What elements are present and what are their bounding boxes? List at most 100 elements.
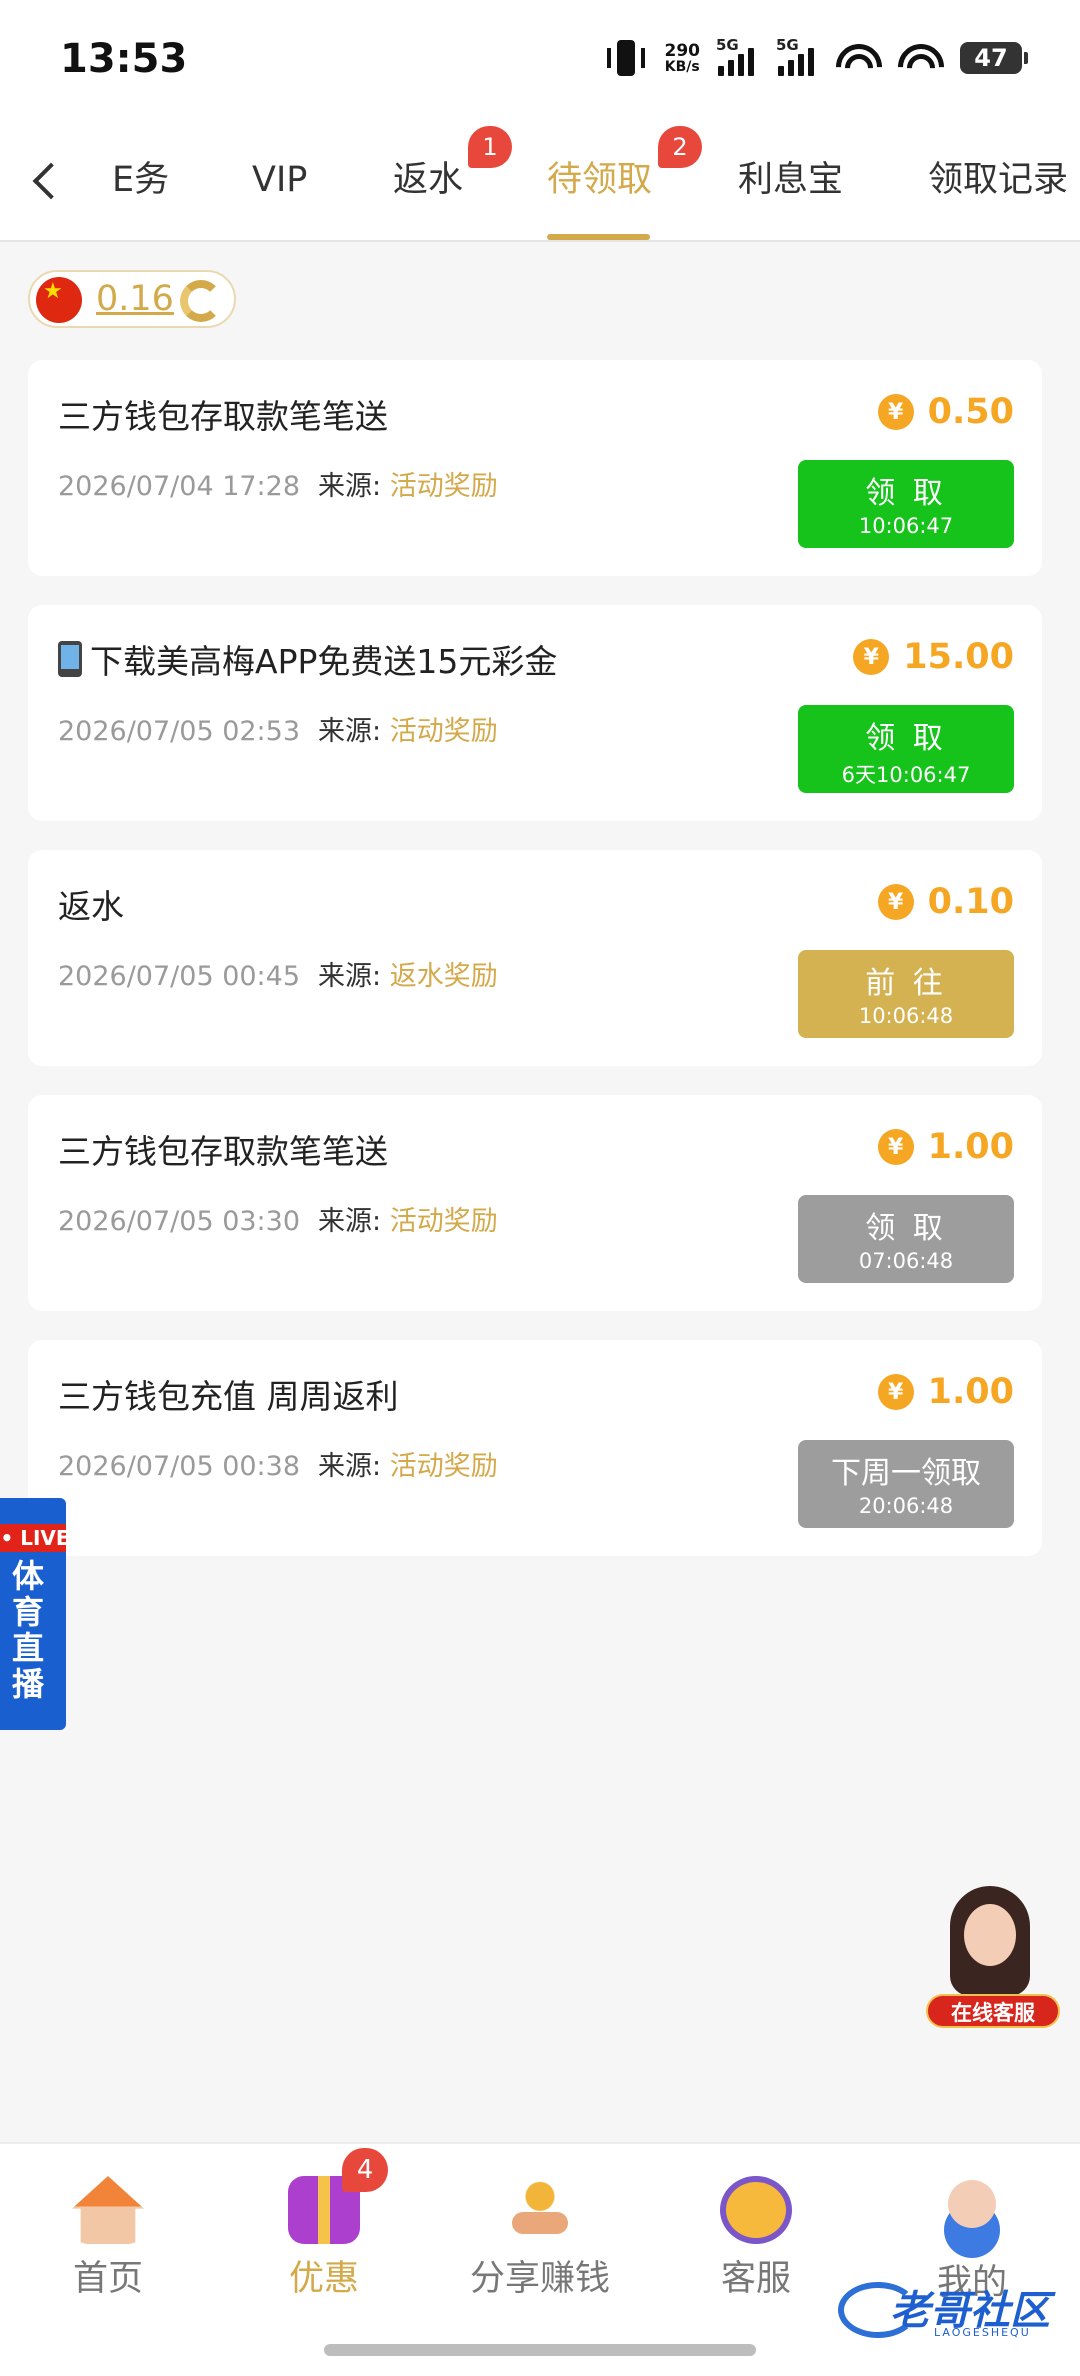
reward-meta: 2026/07/04 17:28 来源: 活动奖励 bbox=[58, 464, 498, 503]
status-time: 13:53 bbox=[60, 36, 188, 82]
claim-countdown: 20:06:48 bbox=[858, 1494, 954, 1518]
live-tag: • LIVE bbox=[0, 1524, 66, 1552]
claim-countdown: 10:06:48 bbox=[858, 1004, 954, 1028]
reward-amount-value: 0.50 bbox=[927, 392, 1014, 432]
source-label: 来源: bbox=[318, 716, 382, 747]
online-service-float[interactable]: 在线客服 bbox=[926, 1886, 1060, 2034]
yuan-coin-icon: ¥ bbox=[853, 639, 890, 675]
nav-promotions-label: 优惠 bbox=[288, 2259, 359, 2299]
sim1-label: 5G bbox=[716, 36, 739, 54]
reward-card: 返水 2026/07/05 00:45 来源: 返水奖励 ¥ 0.10 前 往 1… bbox=[28, 850, 1042, 1066]
nav-service[interactable]: 客服 bbox=[656, 2176, 856, 2301]
next-monday-claim-button[interactable]: 下周一领取 20:06:48 bbox=[798, 1440, 1014, 1528]
tab-bar: E务 VIP 返水 1 待领取 2 利息宝 领取记录 bbox=[0, 120, 1080, 242]
tab-vip[interactable]: VIP bbox=[252, 150, 307, 210]
claim-button-label: 领 取 bbox=[865, 1211, 947, 1246]
claim-button-label: 下周一领取 bbox=[831, 1456, 981, 1491]
watermark-subtext: LAOGESHEQU bbox=[934, 2326, 1031, 2339]
yuan-coin-icon: ¥ bbox=[877, 884, 914, 920]
tab-rebate-badge: 1 bbox=[468, 126, 512, 168]
nav-promotions[interactable]: 优惠 bbox=[224, 2176, 424, 2301]
reward-date: 2026/07/04 17:28 bbox=[58, 471, 301, 502]
watermark-logo: 老哥社区 LAOGESHEQU bbox=[838, 2268, 1060, 2348]
reward-amount-value: 1.00 bbox=[927, 1127, 1014, 1167]
reward-source: 返水奖励 bbox=[389, 961, 498, 992]
tab-pending[interactable]: 待领取 bbox=[547, 150, 652, 210]
reward-title: 三方钱包存取款笔笔送 bbox=[58, 397, 388, 436]
reward-title: 返水 bbox=[58, 887, 124, 926]
reward-amount-value: 0.10 bbox=[927, 882, 1014, 922]
live-banner-text: 体育直播 bbox=[11, 1557, 44, 1703]
reward-amount-value: 15.00 bbox=[903, 637, 1014, 677]
reward-source: 活动奖励 bbox=[389, 1206, 498, 1237]
user-icon bbox=[936, 2180, 1008, 2248]
claim-button[interactable]: 领 取 6天10:06:47 bbox=[798, 705, 1014, 793]
reward-amount: ¥ 0.10 bbox=[877, 880, 1014, 924]
reward-meta: 2026/07/05 02:53 来源: 活动奖励 bbox=[58, 709, 498, 748]
claim-button-label: 领 取 bbox=[865, 476, 947, 511]
reward-title: 下载美高梅APP免费送15元彩金 bbox=[90, 642, 558, 681]
claim-button-label: 领 取 bbox=[865, 721, 947, 756]
network-speed-unit: KB/s bbox=[664, 59, 700, 75]
reward-card: 三方钱包充值 周周返利 2026/07/05 00:38 来源: 活动奖励 ¥ 1… bbox=[28, 1340, 1042, 1556]
status-icons: 290 KB/s 5G 5G 47 bbox=[603, 36, 1028, 78]
reward-amount: ¥ 15.00 bbox=[853, 635, 1014, 679]
reward-date: 2026/07/05 00:45 bbox=[58, 961, 301, 992]
live-sports-banner[interactable]: • LIVE 体育直播 bbox=[0, 1498, 66, 1730]
tab-rebate[interactable]: 返水 bbox=[393, 150, 463, 210]
reward-amount: ¥ 0.50 bbox=[877, 390, 1014, 434]
signal-icon: 5G bbox=[716, 36, 760, 78]
reward-meta: 2026/07/05 00:45 来源: 返水奖励 bbox=[58, 954, 498, 993]
tab-claim-records[interactable]: 领取记录 bbox=[928, 150, 1068, 210]
active-tab-indicator bbox=[547, 234, 650, 240]
balance-value: 0.16 bbox=[96, 279, 174, 319]
reward-source: 活动奖励 bbox=[389, 716, 498, 747]
signal-icon: 5G bbox=[776, 36, 820, 78]
handshake-icon bbox=[504, 2176, 576, 2244]
reward-card: 下载美高梅APP免费送15元彩金 2026/07/05 02:53 来源: 活动奖… bbox=[28, 605, 1042, 821]
reward-amount: ¥ 1.00 bbox=[877, 1125, 1014, 1169]
refresh-icon[interactable] bbox=[180, 280, 222, 322]
nav-home-label: 首页 bbox=[72, 2259, 143, 2299]
reward-amount: ¥ 1.00 bbox=[877, 1370, 1014, 1414]
source-label: 来源: bbox=[318, 1206, 382, 1237]
reward-title: 三方钱包存取款笔笔送 bbox=[58, 1132, 388, 1171]
reward-date: 2026/07/05 02:53 bbox=[58, 716, 301, 747]
yuan-coin-icon: ¥ bbox=[877, 1129, 914, 1165]
balance-chip: 0.16 bbox=[28, 270, 236, 328]
status-bar: 13:53 290 KB/s 5G 5G 47 bbox=[0, 0, 1080, 120]
tab-pending-badge: 2 bbox=[658, 126, 702, 168]
back-button[interactable] bbox=[26, 156, 66, 206]
service-label: 在线客服 bbox=[926, 1994, 1060, 2028]
sim2-label: 5G bbox=[776, 36, 799, 54]
source-label: 来源: bbox=[318, 961, 382, 992]
vibrate-icon bbox=[603, 40, 649, 76]
yuan-coin-icon: ¥ bbox=[877, 394, 914, 430]
reward-date: 2026/07/05 03:30 bbox=[58, 1206, 301, 1237]
headset-icon bbox=[720, 2176, 792, 2244]
reward-card: 三方钱包存取款笔笔送 2026/07/05 03:30 来源: 活动奖励 ¥ 1.… bbox=[28, 1095, 1042, 1311]
network-speed: 290 KB/s bbox=[665, 42, 701, 74]
claim-button[interactable]: 领 取 10:06:47 bbox=[798, 460, 1014, 548]
nav-service-label: 客服 bbox=[720, 2259, 791, 2299]
go-button[interactable]: 前 往 10:06:48 bbox=[798, 950, 1014, 1038]
reward-title: 三方钱包充值 周周返利 bbox=[58, 1377, 399, 1416]
nav-share-earn-label: 分享赚钱 bbox=[469, 2259, 610, 2299]
mobile-phone-icon bbox=[58, 641, 82, 677]
tab-tasks[interactable]: E务 bbox=[112, 150, 169, 210]
claim-countdown: 6天10:06:47 bbox=[841, 763, 971, 787]
reward-title-wrap: 下载美高梅APP免费送15元彩金 bbox=[58, 635, 557, 683]
wifi-icon bbox=[898, 38, 944, 78]
nav-share-earn[interactable]: 分享赚钱 bbox=[440, 2176, 640, 2301]
nav-home[interactable]: 首页 bbox=[8, 2176, 208, 2301]
home-indicator[interactable] bbox=[324, 2344, 756, 2356]
reward-amount-value: 1.00 bbox=[927, 1372, 1014, 1412]
tab-interest[interactable]: 利息宝 bbox=[738, 150, 843, 210]
service-avatar bbox=[950, 1886, 1030, 1996]
network-speed-value: 290 bbox=[664, 41, 701, 61]
reward-meta: 2026/07/05 03:30 来源: 活动奖励 bbox=[58, 1199, 498, 1238]
source-label: 来源: bbox=[318, 1451, 382, 1482]
reward-source: 活动奖励 bbox=[389, 1451, 498, 1482]
claim-button-disabled[interactable]: 领 取 07:06:48 bbox=[798, 1195, 1014, 1283]
wifi-icon bbox=[836, 38, 882, 78]
